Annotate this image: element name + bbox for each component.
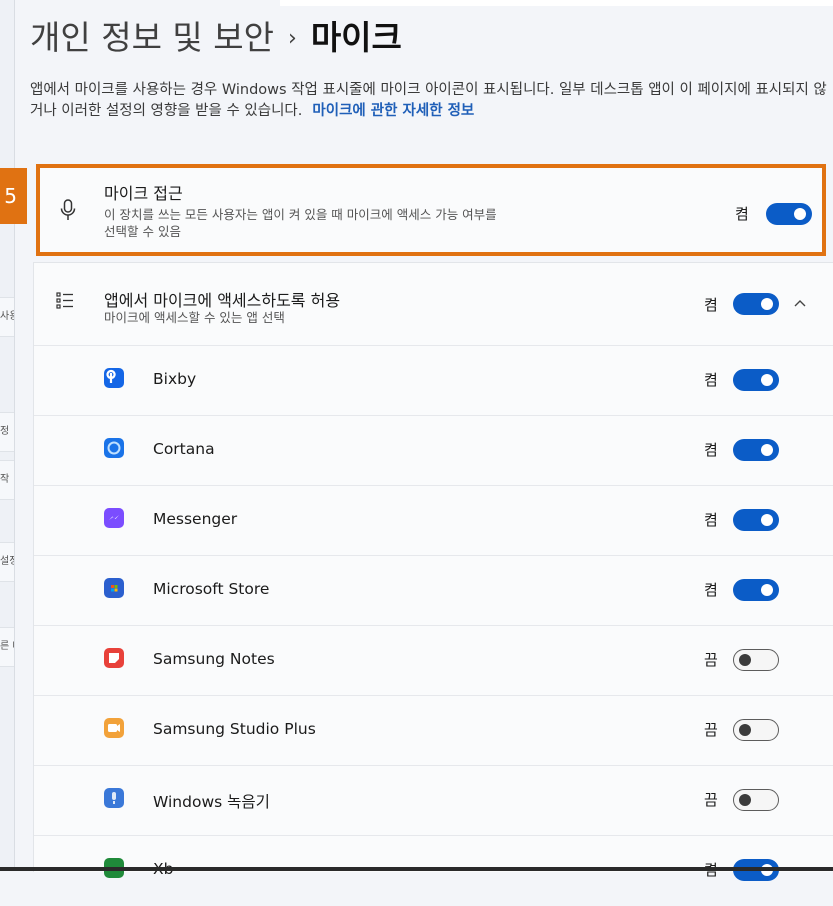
toggle-knob [794,208,806,220]
app-state-label: 켬 [704,441,718,459]
app-row-samsung-studio-plus: Samsung Studio Plus 끔 [34,695,833,766]
toggle-knob [761,298,773,310]
cortana-app-icon [104,438,124,458]
breadcrumb: 개인 정보 및 보안 › 마이크 [30,14,402,63]
app-name: Windows 녹음기 [153,793,270,811]
toggle-knob [739,724,751,736]
app-state-label: 끔 [704,721,718,739]
app-state-label: 켬 [704,371,718,389]
app-name: Samsung Notes [153,650,275,668]
toggle-knob [761,374,773,386]
app-name: Bixby [153,370,197,388]
app-name: Cortana [153,440,215,458]
allow-apps-state-label: 켬 [704,296,718,314]
app-row-microsoft-store: Microsoft Store 켬 [34,555,833,626]
cortana-toggle[interactable] [733,439,779,461]
mic-access-subtitle-line-2: 선택할 수 있음 [104,224,181,239]
app-permissions-panel: 앱에서 마이크에 액세스하도록 허용 마이크에 액세스할 수 있는 앱 선택 켬… [33,262,833,881]
bottom-edge [0,867,833,871]
chevron-up-icon[interactable] [790,295,810,311]
samsung-studio-plus-app-icon [104,718,124,738]
allow-apps-toggle[interactable] [733,293,779,315]
list-icon [54,289,76,311]
breadcrumb-chevron-icon: › [288,26,297,51]
mic-access-title: 마이크 접근 [104,184,183,203]
breadcrumb-parent-link[interactable]: 개인 정보 및 보안 [30,18,274,57]
bixby-app-icon [104,368,124,388]
samsung-notes-toggle[interactable] [733,649,779,671]
toggle-knob [761,584,773,596]
nav-fragment[interactable]: 정 [0,412,14,452]
top-edge [280,0,833,6]
app-name: Messenger [153,510,238,528]
mic-access-toggle[interactable] [766,203,812,225]
toggle-knob [739,794,751,806]
app-name: Microsoft Store [153,580,270,598]
mic-access-state-label: 켬 [735,205,749,223]
samsung-notes-app-icon [104,648,124,668]
microsoft-store-app-icon [104,578,124,598]
messenger-app-icon [104,508,124,528]
nav-fragment[interactable]: 사용 [0,297,14,337]
windows-recorder-app-icon [104,788,124,808]
mic-access-card: 마이크 접근 이 장치를 쓰는 모든 사용자는 앱이 켜 있을 때 마이크에 액… [36,164,826,256]
app-name: Samsung Studio Plus [153,720,316,738]
left-navigation-strip: 사용 정 작 설정 른 데 [0,0,15,871]
app-row-windows-recorder: Windows 녹음기 끔 [34,765,833,836]
samsung-studio-plus-toggle[interactable] [733,719,779,741]
toggle-knob [761,444,773,456]
app-state-label: 끔 [704,651,718,669]
nav-fragment[interactable]: 른 데 [0,627,14,667]
page-title: 마이크 [310,18,402,57]
microsoft-store-toggle[interactable] [733,579,779,601]
allow-apps-title: 앱에서 마이크에 액세스하도록 허용 [104,291,341,310]
app-state-label: 켬 [704,581,718,599]
app-state-label: 켬 [704,511,718,529]
app-row-bixby: Bixby 켬 [34,345,833,416]
nav-fragment[interactable]: 설정 [0,542,14,582]
windows-recorder-toggle[interactable] [733,789,779,811]
learn-more-link[interactable]: 마이크에 관한 자세한 정보 [312,103,474,119]
app-row-samsung-notes: Samsung Notes 끔 [34,625,833,696]
bixby-toggle[interactable] [733,369,779,391]
allow-apps-subtitle: 마이크에 액세스할 수 있는 앱 선택 [104,310,285,325]
nav-fragment[interactable]: 작 [0,460,14,500]
app-state-label: 끔 [704,791,718,809]
microphone-icon [56,196,80,224]
app-row-messenger: Messenger 켬 [34,485,833,556]
messenger-toggle[interactable] [733,509,779,531]
mic-access-subtitle-line-1: 이 장치를 쓰는 모든 사용자는 앱이 켜 있을 때 마이크에 액세스 가능 여… [104,207,497,222]
toggle-knob [761,514,773,526]
app-row-cortana: Cortana 켬 [34,415,833,486]
allow-apps-header[interactable]: 앱에서 마이크에 액세스하도록 허용 마이크에 액세스할 수 있는 앱 선택 켬 [34,263,833,345]
step-badge: 5 [0,168,27,224]
toggle-knob [739,654,751,666]
page-description: 앱에서 마이크를 사용하는 경우 Windows 작업 표시줄에 마이크 아이콘… [30,80,830,122]
